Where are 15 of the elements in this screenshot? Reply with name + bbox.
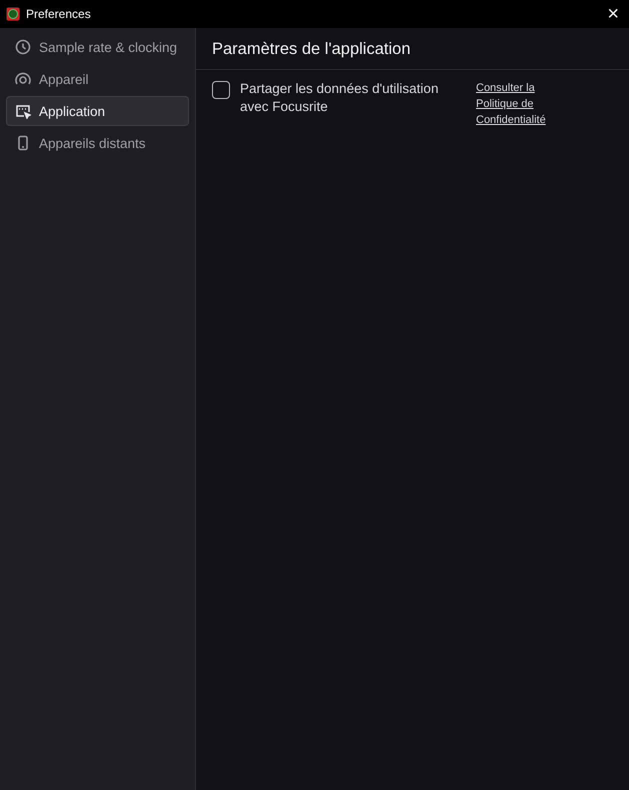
app-logo-icon bbox=[6, 7, 20, 21]
checkbox-label: Partager les données d'utilisation avec Focusrite bbox=[240, 80, 440, 116]
sidebar-item[interactable]: Application bbox=[6, 96, 189, 126]
privacy-link[interactable]: Consulter la Politique de Confidentialité bbox=[476, 80, 560, 128]
sidebar-item[interactable]: Appareil bbox=[6, 64, 189, 94]
window-title: Preferences bbox=[26, 7, 92, 21]
screen-cursor-icon bbox=[15, 103, 31, 119]
sidebar-item[interactable]: Appareils distants bbox=[6, 128, 189, 158]
ring-icon bbox=[15, 71, 31, 87]
phone-icon bbox=[15, 135, 31, 151]
checkbox[interactable] bbox=[212, 81, 230, 99]
sidebar-item[interactable]: Sample rate & clocking bbox=[6, 32, 189, 62]
close-button[interactable]: × bbox=[603, 4, 623, 24]
clock-icon bbox=[15, 39, 31, 55]
page-heading: Paramètres de l'application bbox=[196, 28, 629, 70]
